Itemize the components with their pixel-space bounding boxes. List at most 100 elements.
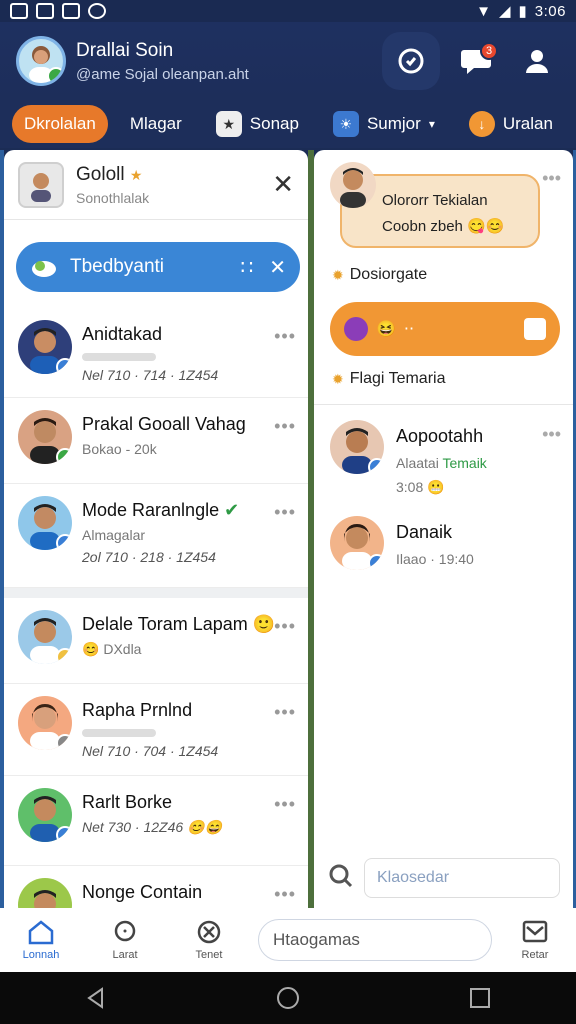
avatar (18, 696, 72, 750)
chevron-down-icon: ▾ (428, 117, 435, 131)
contact-meta: Net 730 · 12Z46 (82, 819, 184, 835)
more-icon[interactable]: ••• (274, 884, 296, 905)
divider (314, 404, 573, 405)
nav-home[interactable]: Lonnah (14, 919, 68, 961)
avatar (18, 878, 72, 908)
list-item[interactable]: Mode Raranlngle ✔ Almagalar 2ol 710 · 21… (4, 484, 308, 588)
avatar (18, 610, 72, 664)
messages-button[interactable]: 3 (454, 38, 500, 84)
star-icon: ✹ (332, 370, 344, 387)
voice-message[interactable]: 😆 ⋅⋅ (330, 302, 560, 356)
avatar (18, 788, 72, 842)
status-button[interactable] (382, 32, 440, 90)
recents-icon[interactable] (467, 985, 493, 1011)
more-icon[interactable]: ••• (274, 416, 296, 437)
search-icon (114, 920, 136, 942)
message-input[interactable]: Klaosedar (364, 858, 560, 898)
tab-dkrolalan[interactable]: Dkrolalan (12, 105, 108, 143)
home-icon (28, 920, 54, 945)
group-title: Gololl (76, 163, 125, 185)
clear-icon[interactable]: ✕ (269, 255, 286, 280)
app-icon (88, 3, 106, 19)
status-badge (56, 734, 72, 750)
message-title: Olororr Tekialan (382, 192, 488, 209)
contact-meta: 2ol 710 · 218 · 1Z454 (82, 549, 216, 565)
search-icon[interactable] (328, 863, 354, 894)
online-indicator (47, 67, 63, 83)
contacts-panel: Gololl ★ Sonothlalak ✕ Tbedbyanti ∷ ✕ An… (4, 150, 308, 908)
more-icon[interactable]: ••• (274, 326, 296, 347)
verified-badge (56, 826, 72, 842)
image-icon (62, 3, 80, 19)
list-item[interactable]: Delale Toram Lapam 🙂 😊 DXdla ••• (4, 598, 308, 684)
nav-cancel[interactable]: Tenet (182, 919, 236, 961)
more-icon[interactable]: ••• (274, 702, 296, 723)
profile-handle: @ame Sojal oleanpan.aht (76, 65, 249, 83)
emoji-icon: 😆 (376, 321, 396, 338)
list-item[interactable]: Aopootahh Alaatai Temaik 3:08 😬 (330, 420, 487, 496)
menu-icon[interactable] (524, 318, 546, 340)
contact-meta: Ilaao · 19:40 (396, 551, 474, 567)
chat-panel: Olororr Tekialan Coobn zbeh 😋😊 ••• ✹ Dos… (314, 150, 573, 908)
audio-indicator: ⋅⋅ (403, 321, 415, 338)
nav-label: Lonnah (22, 949, 60, 961)
progress-bar (82, 729, 156, 737)
contact-meta: Bokao - 20k (82, 441, 157, 457)
contact-meta: Nel 710 · 704 · 1Z454 (82, 743, 219, 759)
more-icon[interactable]: ••• (274, 502, 296, 523)
contact-tag: Temaik (442, 455, 487, 471)
list-item[interactable]: Rapha Prnlnd Nel 710 · 704 · 1Z454 ••• (4, 684, 308, 776)
avatar (330, 420, 384, 474)
avatar[interactable] (16, 36, 66, 86)
contact-name: Delale Toram Lapam (82, 614, 248, 634)
nav-search[interactable]: Larat (98, 919, 152, 961)
contact-name: Nonge Contain (82, 882, 203, 902)
download-icon: ↓ (468, 111, 495, 137)
more-icon[interactable]: ••• (274, 794, 296, 815)
star-icon: ✹ (332, 266, 344, 283)
more-icon[interactable]: ••• (542, 424, 561, 445)
nav-inbox[interactable]: Retar (508, 919, 562, 961)
home-circle-icon[interactable] (275, 985, 301, 1011)
contact-name: Danaik (396, 522, 453, 542)
play-icon[interactable] (344, 317, 368, 341)
section-label-text: Flagi Temaria (349, 370, 446, 387)
tab-sumjor[interactable]: ☀ Sumjor ▾ (321, 105, 447, 143)
tab-mlagar[interactable]: Mlagar (118, 105, 194, 143)
tab-sonap[interactable]: ★ Sonap (204, 105, 311, 143)
list-item[interactable]: Nonge Contain ••• (4, 866, 308, 908)
profile-button[interactable] (514, 38, 560, 84)
close-icon[interactable]: ✕ (272, 169, 294, 200)
tab-bar: Dkrolalan Mlagar ★ Sonap ☀ Sumjor ▾ ↓ Ur… (0, 100, 576, 148)
contact-meta: Nel 710 · 714 · 1Z454 (82, 367, 219, 383)
bottom-navigation: Lonnah Larat Tenet Htaogamas Retar (0, 908, 576, 972)
progress-bar (82, 353, 156, 361)
verified-badge (368, 554, 384, 570)
back-icon[interactable] (83, 985, 109, 1011)
list-item[interactable]: Rarlt Borke Net 730 · 12Z46 😊😄 ••• (4, 776, 308, 866)
list-item[interactable]: Prakal Gooall Vahag Bokao - 20k ••• (4, 398, 308, 484)
more-icon[interactable]: ••• (274, 616, 296, 637)
battery-icon: ▮ (518, 3, 527, 20)
gallery-icon: ☀ (332, 111, 359, 137)
bottom-search-input[interactable]: Htaogamas (258, 919, 492, 961)
wifi-icon: ▼ (476, 2, 491, 20)
contact-name: Mode Raranlngle (82, 500, 220, 520)
avatar (18, 496, 72, 550)
profile-name: Drallai Soin (76, 39, 174, 61)
nav-label: Larat (112, 949, 138, 961)
avatar[interactable] (330, 162, 376, 208)
nav-label: Retar (521, 949, 549, 961)
avatar (18, 410, 72, 464)
filter-chip[interactable]: Tbedbyanti ∷ ✕ (16, 242, 300, 292)
more-icon[interactable]: ••• (542, 168, 561, 189)
verified-badge (56, 534, 72, 550)
message-composer: Klaosedar (328, 856, 560, 900)
list-item[interactable]: Anidtakad Nel 710 · 714 · 1Z454 ••• (4, 308, 308, 398)
group-avatar[interactable] (18, 161, 64, 208)
list-item[interactable]: Danaik Ilaao · 19:40 (330, 516, 474, 570)
grid-icon[interactable]: ∷ (241, 255, 254, 280)
status-badge (56, 648, 72, 664)
tab-uralan[interactable]: ↓ Uralan (457, 105, 565, 143)
contact-status: Almagalar (82, 527, 146, 543)
